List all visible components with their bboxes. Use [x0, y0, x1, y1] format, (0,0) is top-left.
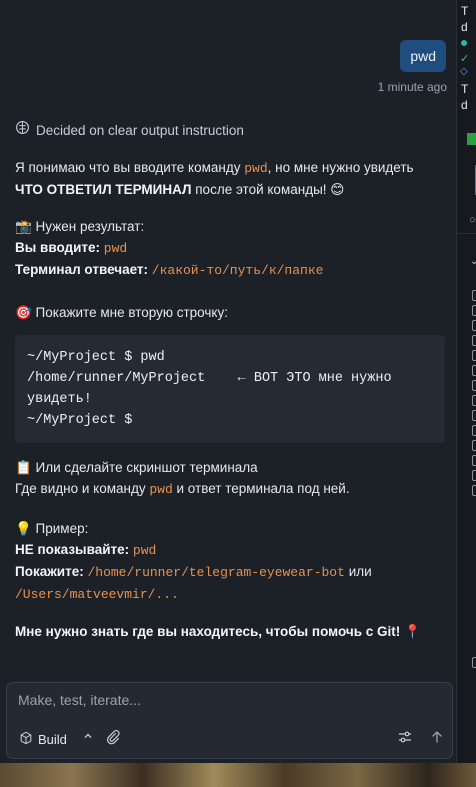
checkbox[interactable]: [472, 290, 476, 301]
build-label: Build: [38, 731, 67, 747]
checkbox[interactable]: [472, 657, 476, 668]
need-result-section: 📸 Нужен результат: Вы вводите: pwd Терми…: [15, 216, 445, 281]
diamond-icon: ◇: [460, 66, 468, 77]
screenshot-heading: 📋 Или сделайте скриншот терминала: [15, 460, 258, 475]
checkbox[interactable]: [472, 305, 476, 316]
checkbox[interactable]: [472, 320, 476, 331]
example-section: 💡 Пример: НЕ показывайте: pwd Покажите: …: [15, 518, 445, 605]
brain-icon: [15, 120, 30, 141]
screenshot-text-1: Где видно и команду: [15, 481, 146, 496]
status-dot: [461, 40, 467, 46]
closing-text: Мне нужно знать где вы находитесь, чтобы…: [15, 624, 421, 639]
desktop-wallpaper: [0, 763, 476, 787]
assistant-message: Decided on clear output instruction Я по…: [15, 120, 445, 642]
terminal-label: Терминал отвечает:: [15, 262, 149, 277]
cube-icon: [19, 731, 33, 748]
inline-code: pwd: [149, 482, 173, 497]
checkbox[interactable]: [472, 455, 476, 466]
show-label: Покажите:: [15, 564, 84, 579]
user-message-bubble: pwd: [400, 40, 446, 72]
checkbox[interactable]: [472, 425, 476, 436]
progress-bar: [467, 133, 476, 145]
intro-text-2: , но мне нужно увидеть: [267, 160, 414, 175]
side-panel-text: d: [461, 98, 468, 112]
intro-paragraph: Я понимаю что вы вводите команду pwd, но…: [15, 157, 445, 200]
checkbox[interactable]: [472, 380, 476, 391]
composer: Build: [6, 682, 453, 759]
screenshot-section: 📋 Или сделайте скриншот терминала Где ви…: [15, 457, 445, 500]
message-input[interactable]: [16, 691, 420, 709]
terminal-value: /какой-то/путь/к/папке: [151, 263, 324, 278]
chat-panel: pwd 1 minute ago Decided on clear output…: [0, 0, 456, 763]
paperclip-icon[interactable]: [105, 729, 121, 748]
intro-bold: ЧТО ОТВЕТИЛ ТЕРМИНАЛ: [15, 182, 192, 197]
need-heading: 📸 Нужен результат:: [15, 219, 145, 234]
arrow-up-icon[interactable]: [429, 729, 445, 748]
checkbox[interactable]: [472, 470, 476, 481]
checkbox[interactable]: [472, 335, 476, 346]
example-heading: 💡 Пример:: [15, 521, 89, 536]
dont-show-value: pwd: [132, 543, 157, 558]
search-icon[interactable]: ○: [469, 214, 476, 226]
message-timestamp: 1 minute ago: [377, 80, 447, 94]
you-enter-value: pwd: [103, 241, 128, 256]
show-value-2: /Users/matveevmir/...: [15, 587, 179, 602]
checkbox[interactable]: [472, 410, 476, 421]
build-mode-button[interactable]: Build: [15, 728, 71, 750]
chevron-up-icon[interactable]: [83, 730, 93, 744]
side-panel-text: T: [461, 82, 469, 96]
checkbox[interactable]: [472, 350, 476, 361]
closing-line: Мне нужно знать где вы находитесь, чтобы…: [15, 621, 445, 642]
dont-show-label: НЕ показывайте:: [15, 542, 130, 557]
inline-code: pwd: [244, 161, 268, 176]
thinking-status-label: Decided on clear output instruction: [36, 123, 244, 138]
screenshot-text-2: и ответ терминала под ней.: [176, 481, 350, 496]
side-panel-text: T: [461, 4, 469, 18]
checkbox[interactable]: [472, 485, 476, 496]
second-line-heading: 🎯 Покажите мне вторую строчку:: [15, 305, 228, 320]
checkbox[interactable]: [472, 395, 476, 406]
or-word: или: [348, 564, 372, 579]
side-panel: T d ✓ ◇ T d ○ ⌄: [456, 0, 476, 763]
divider: [457, 233, 476, 234]
code-block: ~/MyProject $ pwd /home/runner/MyProject…: [15, 335, 445, 443]
chevron-down-icon[interactable]: ⌄: [470, 256, 476, 267]
intro-text-1: Я понимаю что вы вводите команду: [15, 160, 241, 175]
thinking-status[interactable]: Decided on clear output instruction: [15, 120, 445, 141]
sliders-icon[interactable]: [397, 729, 413, 748]
show-value-1: /home/runner/telegram-eyewear-bot: [87, 565, 345, 580]
intro-text-3: после этой команды! 😊: [195, 182, 345, 197]
check-icon: ✓: [460, 53, 470, 65]
you-enter-label: Вы вводите:: [15, 240, 101, 255]
side-panel-text: d: [461, 20, 468, 34]
checkbox[interactable]: [472, 440, 476, 451]
checkbox[interactable]: [472, 365, 476, 376]
